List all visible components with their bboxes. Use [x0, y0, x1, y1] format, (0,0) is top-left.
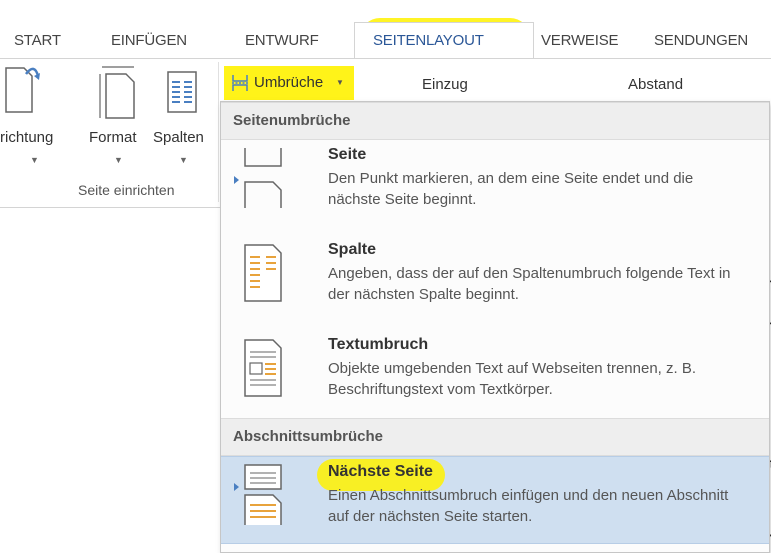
section-title: Seitenumbrüche [233, 112, 351, 129]
text-wrap-icon [244, 339, 282, 397]
indent-label: Einzug [422, 76, 468, 93]
group-label-page-setup: Seite einrichten [78, 182, 175, 198]
tab-entwurf[interactable]: ENTWURF [245, 32, 319, 49]
ribbon-tab-bar: START EINFÜGEN ENTWURF SEITENLAYOUT VERW… [0, 0, 771, 65]
item-description: Angeben, dass der auf den Spaltenumbruch… [328, 265, 731, 303]
breaks-icon [232, 75, 248, 91]
tab-einfuegen[interactable]: EINFÜGEN [111, 32, 187, 49]
tab-seitenlayout[interactable]: SEITENLAYOUT [373, 32, 484, 49]
group-separator [218, 62, 219, 202]
breaks-button[interactable]: Umbrüche ▼ [228, 70, 352, 98]
menu-item-page-break[interactable]: Seite Den Punkt markieren, an dem eine S… [221, 140, 769, 230]
menu-section-page-breaks: Seitenumbrüche [221, 102, 769, 140]
columns-icon[interactable] [162, 68, 202, 120]
item-description: Den Punkt markieren, an dem eine Seite e… [328, 170, 694, 208]
menu-section-section-breaks: Abschnittsumbrüche [221, 418, 769, 456]
item-description: Objekte umgebenden Text auf Webseiten tr… [328, 360, 697, 398]
spacing-label: Abstand [628, 76, 684, 93]
orientation-icon[interactable] [2, 62, 42, 118]
columns-dropdown-icon[interactable]: ▼ [179, 155, 188, 165]
menu-item-text-wrapping[interactable]: Textumbruch Objekte umgebenden Text auf … [221, 330, 769, 420]
item-title: Nächste Seite [328, 463, 433, 480]
page-size-dropdown-icon[interactable]: ▼ [114, 155, 123, 165]
tab-verweise[interactable]: VERWEISE [541, 32, 619, 49]
breaks-dropdown-menu: Seitenumbrüche Seite Den Punkt markieren… [220, 101, 770, 553]
tab-sendungen[interactable]: SENDUNGEN [654, 32, 748, 49]
menu-item-column-break[interactable]: Spalte Angeben, dass der auf den Spalten… [221, 235, 769, 325]
next-page-icon [244, 464, 282, 525]
item-title: Textumbruch [328, 336, 429, 353]
breaks-label: Umbrüche [254, 74, 324, 91]
ribbon-divider [0, 207, 220, 208]
item-title: Spalte [328, 241, 377, 258]
page-size-label[interactable]: Format [89, 129, 137, 146]
page-break-icon [244, 148, 282, 208]
tab-start[interactable]: START [14, 32, 61, 49]
breaks-dropdown-icon: ▼ [336, 78, 344, 87]
item-description: Einen Abschnittsumbruch einfügen und den… [328, 487, 729, 525]
columns-label[interactable]: Spalten [153, 129, 204, 146]
column-break-icon [244, 244, 282, 302]
menu-item-next-page[interactable]: Nächste Seite Einen Abschnittsumbruch ei… [221, 456, 769, 544]
page-size-icon[interactable] [96, 64, 140, 122]
section-title: Abschnittsumbrüche [233, 428, 384, 445]
orientation-label[interactable]: richtung [0, 129, 53, 146]
item-title: Seite [328, 146, 367, 163]
orientation-dropdown-icon[interactable]: ▼ [30, 155, 39, 165]
